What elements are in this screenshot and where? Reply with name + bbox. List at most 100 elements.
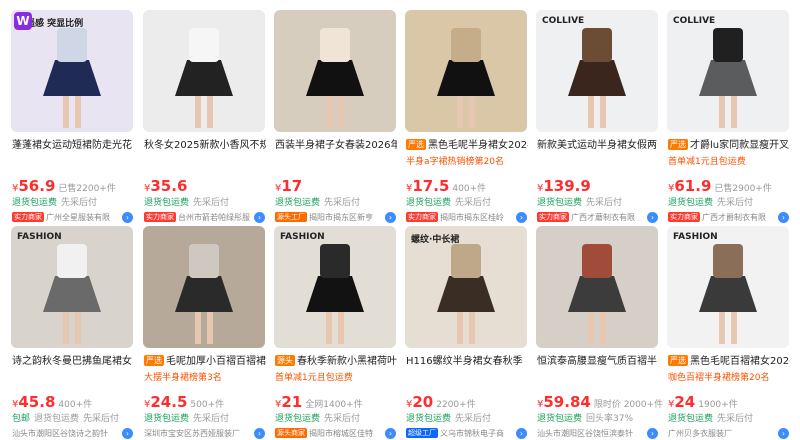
shop-arrow-icon[interactable]: › — [516, 212, 527, 223]
shop-arrow-icon[interactable]: › — [385, 428, 396, 439]
strict-select-tag: 源头 — [275, 355, 295, 366]
shop-name[interactable]: 实力商家 广西才蘑制衣有限 — [537, 212, 663, 224]
price-value: 24 — [674, 393, 696, 411]
shop-arrow-icon[interactable]: › — [778, 212, 789, 223]
promo-line: 半身a字裙热销榜第20名 — [406, 157, 504, 167]
shop-arrow-icon[interactable]: › — [254, 212, 265, 223]
product-card[interactable]: 秋冬女2025新款小香风不规 ¥35.6 退货包运费 先采后付 实力商家 台州市箭若帕绿彤… — [143, 10, 266, 223]
product-card[interactable]: FASHION 诗之韵秋冬曼巴拂鱼尾裙女 ¥45.8 400+件 包邮 退货包运费 先采后付… — [11, 226, 134, 439]
product-card[interactable]: FASHION 严选 黑色毛呢百褶裙女2026 咖色百褶半身裙榜第20名 ¥24 1900… — [667, 226, 790, 439]
promo-line: 大摆半身裙榜第3名 — [144, 373, 222, 383]
title-text: 黑色毛呢百褶裙女2026 — [690, 356, 790, 367]
price: ¥45.8 400+件 — [12, 392, 93, 411]
product-title[interactable]: 严选 毛呢加厚小百褶百褶裙 — [144, 354, 266, 370]
shop-name[interactable]: 汕头市潮阳区谷饶恒滨泰针 — [537, 428, 663, 440]
image-caption: FASHION — [17, 232, 62, 242]
return-shipping-label: 退货包运费 — [144, 414, 190, 424]
shop-name[interactable]: 超级工厂 义乌市锦秋电子商 — [406, 428, 532, 440]
price-value: 139.9 — [543, 177, 591, 195]
shipping-info: 退货包运费 先采后付 — [144, 196, 229, 210]
product-grid: 撒遥感 突显比例 蓬蓬裙女运动短裙防走光花 ¥56.9 已售2200+件 退货包运费 先采… — [0, 0, 800, 439]
title-text: 新款美式运动半身裙女假两 — [537, 140, 657, 151]
product-image[interactable]: COLLIVE — [536, 10, 658, 132]
price-value: 21 — [281, 393, 303, 411]
product-image[interactable]: COLLIVE — [667, 10, 789, 132]
return-shipping-label: 退货包运费 — [406, 414, 452, 424]
product-title[interactable]: 西装半身裙子女春装2026年 — [275, 138, 397, 154]
product-image[interactable]: FASHION — [274, 226, 396, 348]
shop-text: 广州贝多衣服装厂 — [668, 429, 732, 438]
product-card[interactable]: 严选 黑色毛呢半身裙女2024 半身a字裙热销榜第20名 ¥17.5 400+件 退货包运… — [405, 10, 528, 223]
shipping-info: 包邮 退货包运费 先采后付 — [12, 412, 119, 426]
product-card[interactable]: 西装半身裙子女春装2026年 ¥17 退货包运费 先采后付 源头工厂 揭阳市揭东区新亨 › — [274, 10, 397, 223]
product-image[interactable] — [274, 10, 396, 132]
product-title[interactable]: 严选 黑色毛呢百褶裙女2026 — [668, 354, 790, 370]
shop-arrow-icon[interactable]: › — [647, 212, 658, 223]
price-value: 45.8 — [18, 393, 56, 411]
product-card[interactable]: 螺纹·中长裙 H116螺纹半身裙女春秋季 ¥20 2200+件 退货包运费 先采后付 超级工… — [405, 226, 528, 439]
price-value: 61.9 — [674, 177, 712, 195]
product-title[interactable]: 诗之韵秋冬曼巴拂鱼尾裙女 — [12, 354, 134, 370]
product-title[interactable]: 严选 才爵lu家同款显瘦开叉 — [668, 138, 790, 154]
product-image[interactable]: FASHION — [667, 226, 789, 348]
pay-later-label: 先采后付 — [324, 414, 361, 424]
shop-arrow-icon[interactable]: › — [254, 428, 265, 439]
shop-name[interactable]: 实力商家 广州全星服装有限 — [12, 212, 138, 224]
shop-arrow-icon[interactable]: › — [778, 428, 789, 439]
product-image[interactable] — [536, 226, 658, 348]
strict-select-tag: 严选 — [668, 139, 688, 150]
shipping-info: 退货包运费 先采后付 — [668, 412, 753, 426]
shop-arrow-icon[interactable]: › — [385, 212, 396, 223]
shop-name[interactable]: 深圳市宝安区苏西娅服装厂 — [144, 428, 270, 440]
product-title[interactable]: 新款美式运动半身裙女假两 — [537, 138, 659, 154]
product-card[interactable]: FASHION 源头 春秋季新款小黑裙荷叶 首单减1元且包运费 ¥21 全网1400+件退… — [274, 226, 397, 439]
product-title[interactable]: 秋冬女2025新款小香风不规 — [144, 138, 266, 154]
price: ¥20 2200+件 — [406, 392, 476, 411]
return-shipping-label: 退货包运费 — [406, 198, 452, 208]
shop-arrow-icon[interactable]: › — [647, 428, 658, 439]
shop-name[interactable]: 实力商家 广西才爵制衣有限 — [668, 212, 794, 224]
shop-arrow-icon[interactable]: › — [122, 212, 133, 223]
product-image[interactable]: 螺纹·中长裙 — [405, 226, 527, 348]
title-text: 恒滨泰高腰显瘦气质百褶半 — [537, 356, 657, 367]
shop-name[interactable]: 广州贝多衣服装厂 — [668, 428, 794, 440]
product-image[interactable] — [405, 10, 527, 132]
shop-badge: 实力商家 — [12, 212, 44, 222]
product-card[interactable]: COLLIVE 严选 才爵lu家同款显瘦开叉 首单减1元且包运费 ¥61.9 已售2900… — [667, 10, 790, 223]
product-card[interactable]: 恒滨泰高腰显瘦气质百褶半 ¥59.84 限时价 2000+件 退货包运费 回头率37% 汕… — [536, 226, 663, 439]
product-image[interactable]: FASHION — [11, 226, 133, 348]
product-card[interactable]: 严选 毛呢加厚小百褶百褶裙 大摆半身裙榜第3名 ¥24.5 500+件 退货包运费 先采后付… — [143, 226, 266, 439]
sales-count: 全网1400+件 — [305, 400, 363, 410]
shop-arrow-icon[interactable]: › — [122, 428, 133, 439]
return-shipping-label: 退货包运费 — [668, 414, 714, 424]
product-title[interactable]: 源头 春秋季新款小黑裙荷叶 — [275, 354, 397, 370]
product-title[interactable]: H116螺纹半身裙女春秋季 — [406, 354, 528, 370]
price: ¥17 — [275, 176, 302, 195]
shop-name[interactable]: 汕头市潮阳区谷饶诗之韵针 — [12, 428, 138, 440]
shop-name[interactable]: 实力商家 揭阳市揭东区桂岭 — [406, 212, 532, 224]
product-image[interactable] — [143, 10, 265, 132]
return-shipping-label: 退货包运费 — [12, 198, 58, 208]
price-value: 20 — [412, 393, 434, 411]
shop-arrow-icon[interactable]: › — [516, 428, 527, 439]
shipping-info: 退货包运费 先采后付 — [12, 196, 97, 210]
shop-name[interactable]: 源头商家 揭阳市榕城区佳特 — [275, 428, 401, 440]
product-card[interactable]: COLLIVE 新款美式运动半身裙女假两 ¥139.9 退货包运费 先采后付 实力商家 广西… — [536, 10, 659, 223]
sales-count: 400+件 — [58, 400, 93, 410]
shop-name[interactable]: 实力商家 台州市箭若帕绿彤服 — [144, 212, 270, 224]
promo-line: 首单减1元且包运费 — [668, 157, 746, 167]
product-card[interactable]: 撒遥感 突显比例 蓬蓬裙女运动短裙防走光花 ¥56.9 已售2200+件 退货包运费 先采… — [11, 10, 134, 223]
product-title[interactable]: 恒滨泰高腰显瘦气质百褶半 — [537, 354, 659, 370]
sales-count: 500+件 — [190, 400, 225, 410]
pay-later-label: 先采后付 — [324, 198, 361, 208]
sales-count: 400+件 — [452, 184, 487, 194]
pay-later-label: 先采后付 — [193, 414, 230, 424]
product-title[interactable]: 蓬蓬裙女运动短裙防走光花 — [12, 138, 134, 154]
shop-text: 台州市箭若帕绿彤服 — [178, 213, 250, 222]
product-title[interactable]: 严选 黑色毛呢半身裙女2024 — [406, 138, 528, 154]
price: ¥59.84 限时价 2000+件 — [537, 392, 663, 411]
image-caption: COLLIVE — [673, 16, 716, 26]
product-image[interactable] — [143, 226, 265, 348]
shop-text: 广州全星服装有限 — [46, 213, 110, 222]
shop-name[interactable]: 源头工厂 揭阳市揭东区新亨 — [275, 212, 401, 224]
